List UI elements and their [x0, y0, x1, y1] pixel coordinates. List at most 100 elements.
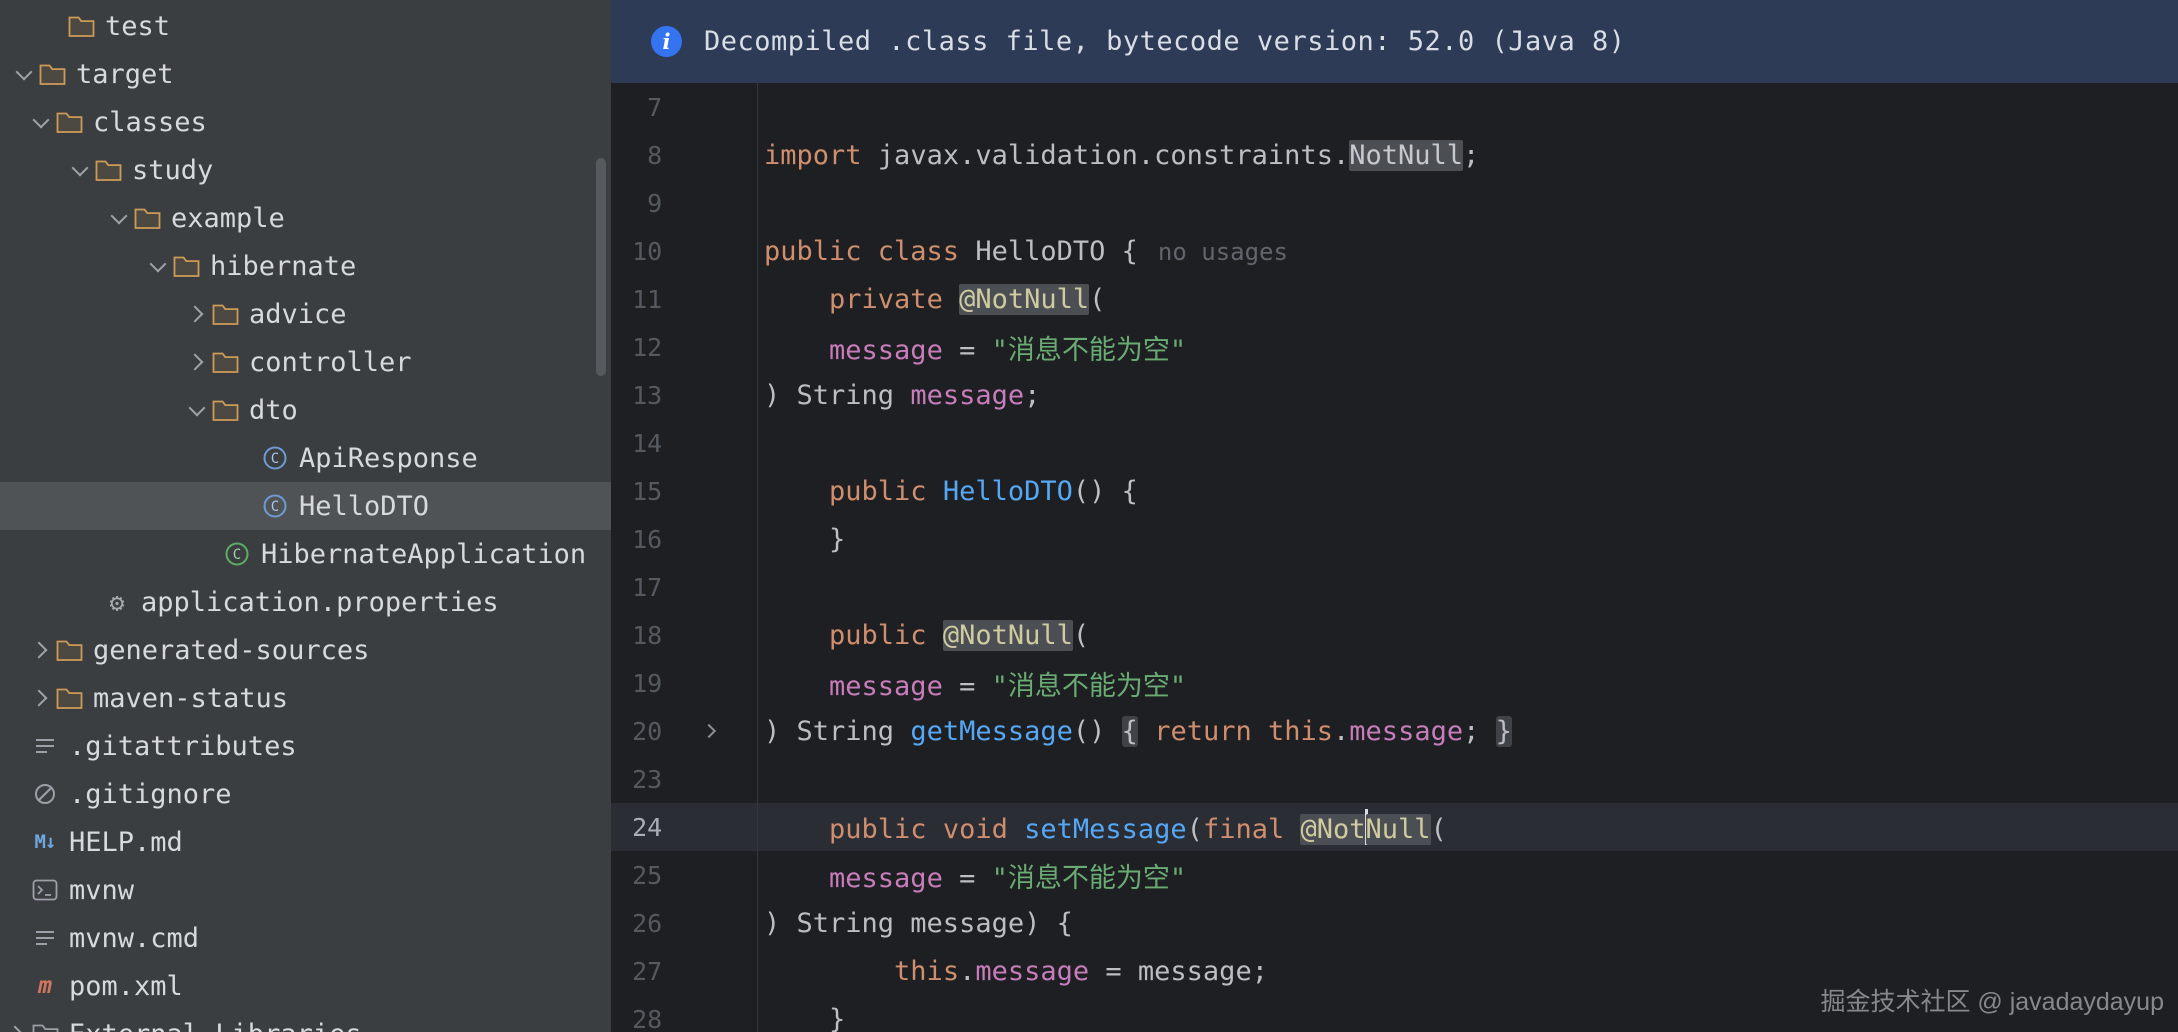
tree-item-pom-xml[interactable]: m pom.xml — [0, 962, 611, 1010]
gutter[interactable]: 23 — [611, 755, 758, 803]
code-line-17[interactable]: 17 — [611, 563, 2178, 611]
tree-item-apiresponse[interactable]: C ApiResponse — [0, 434, 611, 482]
chevron-down-icon[interactable] — [145, 263, 171, 270]
folder-icon — [54, 687, 84, 710]
folder-icon — [171, 255, 201, 278]
folder-icon — [210, 351, 240, 374]
code-text: public HelloDTO() { — [829, 475, 1138, 507]
tree-item-dto[interactable]: dto — [0, 386, 611, 434]
gutter[interactable]: 17 — [611, 563, 758, 611]
gutter[interactable]: 10 — [611, 227, 758, 275]
gutter[interactable]: 19 — [611, 659, 758, 707]
code-line-14[interactable]: 14 — [611, 419, 2178, 467]
code-line-10[interactable]: 10 public class HelloDTO {no usages — [611, 227, 2178, 275]
code-line-13[interactable]: 13) String message; — [611, 371, 2178, 419]
gutter[interactable]: 15 — [611, 467, 758, 515]
tree-item-study[interactable]: study — [0, 146, 611, 194]
code-line-7[interactable]: 7 — [611, 83, 2178, 131]
gutter[interactable]: 11 — [611, 275, 758, 323]
lib-icon — [30, 1023, 60, 1032]
fold-chevron-icon[interactable] — [702, 726, 720, 736]
chevron-right-icon[interactable] — [28, 644, 54, 656]
tree-item-test[interactable]: test — [0, 2, 611, 50]
terminal-icon — [30, 878, 60, 902]
gutter[interactable]: 14 — [611, 419, 758, 467]
tree-scrollbar[interactable] — [596, 158, 606, 376]
code-text: } — [764, 1003, 846, 1032]
tree-item-advice[interactable]: advice — [0, 290, 611, 338]
gutter[interactable]: 18 — [611, 611, 758, 659]
code-line-8[interactable]: 8 import javax.validation.constraints.Not… — [611, 131, 2178, 179]
gutter[interactable]: 12 — [611, 323, 758, 371]
tree-item-label: application.properties — [141, 586, 499, 618]
tree-item-controller[interactable]: controller — [0, 338, 611, 386]
tree-item-external-libraries[interactable]: External Libraries — [0, 1010, 611, 1032]
code-line-26[interactable]: 26) String message) { — [611, 899, 2178, 947]
gutter[interactable]: 8 — [611, 131, 758, 179]
gutter[interactable]: 20 — [611, 707, 758, 755]
gutter[interactable]: 16 — [611, 515, 758, 563]
tree-item-label: .gitignore — [69, 778, 232, 810]
line-number: 27 — [632, 956, 663, 986]
tree-item-target[interactable]: target — [0, 50, 611, 98]
gutter[interactable]: 27 — [611, 947, 758, 995]
tree-item-label: .gitattributes — [69, 730, 297, 762]
chevron-down-icon[interactable] — [67, 167, 93, 174]
code-text: this.message = message; — [894, 955, 1268, 987]
info-icon — [651, 26, 682, 57]
chevron-right-icon[interactable] — [184, 308, 210, 320]
code-line-18[interactable]: 18 public @NotNull( — [611, 611, 2178, 659]
chevron-down-icon[interactable] — [184, 407, 210, 414]
code-line-9[interactable]: 9 — [611, 179, 2178, 227]
code-line-20[interactable]: 20) String getMessage() { return this.me… — [611, 707, 2178, 755]
folder-icon — [93, 159, 123, 182]
chevron-down-icon[interactable] — [28, 119, 54, 126]
ignore-icon — [30, 782, 60, 806]
tree-item-label: maven-status — [93, 682, 289, 714]
code-line-24[interactable]: 24 public void setMessage(final @NotNull… — [611, 803, 2178, 851]
tree-item-label: advice — [249, 298, 347, 330]
tree-item-hibernate[interactable]: hibernate — [0, 242, 611, 290]
fold-marker[interactable] — [662, 726, 757, 736]
tree-item-application-properties[interactable]: ⚙ application.properties — [0, 578, 611, 626]
tree-item-example[interactable]: example — [0, 194, 611, 242]
chevron-down-icon[interactable] — [106, 215, 132, 222]
code-line-19[interactable]: 19 message = "消息不能为空" — [611, 659, 2178, 707]
gutter[interactable]: 28 — [611, 995, 758, 1032]
project-tree-panel: test target classes study example hibernate ad… — [0, 0, 611, 1032]
tree-item-mvnw[interactable]: mvnw — [0, 866, 611, 914]
folder-icon — [132, 207, 162, 230]
tree-item-hellodto[interactable]: C HelloDTO — [0, 482, 611, 530]
tree-item-generated-sources[interactable]: generated-sources — [0, 626, 611, 674]
chevron-right-icon[interactable] — [184, 356, 210, 368]
chevron-right-icon[interactable] — [4, 1028, 30, 1032]
code-line-25[interactable]: 25 message = "消息不能为空" — [611, 851, 2178, 899]
tree-item-classes[interactable]: classes — [0, 98, 611, 146]
class-icon: C — [260, 492, 290, 520]
gutter[interactable]: 25 — [611, 851, 758, 899]
tree-item-mvnw-cmd[interactable]: mvnw.cmd — [0, 914, 611, 962]
code-line-23[interactable]: 23 — [611, 755, 2178, 803]
code-line-11[interactable]: 11 private @NotNull( — [611, 275, 2178, 323]
code-line-15[interactable]: 15 public HelloDTO() { — [611, 467, 2178, 515]
tree-item-maven-status[interactable]: maven-status — [0, 674, 611, 722]
code-line-16[interactable]: 16 } — [611, 515, 2178, 563]
code-line-12[interactable]: 12 message = "消息不能为空" — [611, 323, 2178, 371]
tree-item-label: mvnw — [69, 874, 135, 906]
banner-text: Decompiled .class file, bytecode version… — [704, 26, 1626, 57]
tree-item-gitattributes[interactable]: .gitattributes — [0, 722, 611, 770]
code-text: ) String message) { — [764, 907, 1073, 939]
gutter[interactable]: 13 — [611, 371, 758, 419]
code-text: public class HelloDTO {no usages — [764, 235, 1288, 267]
tree-item-hibernateapplication[interactable]: C HibernateApplication — [0, 530, 611, 578]
gutter[interactable]: 26 — [611, 899, 758, 947]
gutter[interactable]: 9 — [611, 179, 758, 227]
tree-item-gitignore[interactable]: .gitignore — [0, 770, 611, 818]
chevron-right-icon[interactable] — [28, 692, 54, 704]
tree-item-help-md[interactable]: M↓ HELP.md — [0, 818, 611, 866]
chevron-down-icon[interactable] — [11, 71, 37, 78]
decompiled-banner: Decompiled .class file, bytecode version… — [611, 0, 2178, 83]
gutter[interactable]: 7 — [611, 83, 758, 131]
line-number: 25 — [632, 860, 663, 890]
gutter[interactable]: 24 — [611, 803, 758, 851]
